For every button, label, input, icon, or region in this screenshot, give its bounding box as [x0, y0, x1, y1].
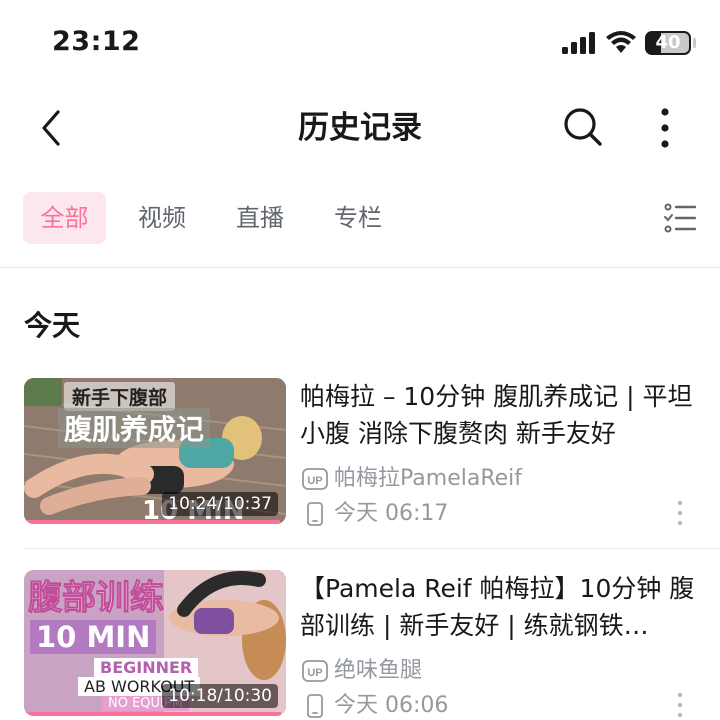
thumbnail-text-top: 新手下腹部 [64, 382, 176, 411]
thumbnail-text-beginner: BEGINNER [94, 658, 199, 677]
wifi-icon [606, 31, 636, 53]
video-thumbnail[interactable]: 新手下腹部 腹肌养成记 10 MIN 10:24/10:37 [24, 378, 286, 524]
watched-time-row: 今天 06:17 [302, 499, 448, 529]
search-icon[interactable] [560, 104, 606, 150]
video-duration: 10:18/10:30 [162, 684, 278, 708]
tab-live[interactable]: 直播 [224, 192, 296, 244]
battery-icon: 40 [645, 31, 691, 55]
watch-progress-bar [24, 520, 280, 524]
nav-bar: 历史记录 [0, 90, 720, 166]
battery-level: 40 [655, 32, 681, 53]
thumbnail-text-main: 腹肌养成记 [58, 408, 211, 448]
thumbnail-text-minutes: 10 MIN [30, 620, 157, 654]
up-badge-icon: UP [302, 468, 328, 490]
watch-progress-bar [24, 712, 282, 716]
tab-video[interactable]: 视频 [126, 192, 198, 244]
status-bar: 23:12 40 [0, 0, 720, 90]
video-title[interactable]: 【Pamela Reif 帕梅拉】10分钟 腹部训练 | 新手友好 | 练就钢铁… [300, 570, 695, 644]
list-filter-icon[interactable] [662, 200, 698, 236]
item-more-icon[interactable] [672, 690, 688, 720]
tab-column[interactable]: 专栏 [322, 192, 394, 244]
battery-nub [693, 38, 696, 48]
history-item[interactable]: 新手下腹部 腹肌养成记 10 MIN 10:24/10:37 帕梅拉 – 10分… [0, 378, 720, 528]
item-divider [24, 548, 720, 549]
section-label-today: 今天 [24, 309, 81, 342]
signal-icon [562, 32, 595, 54]
header-divider [0, 267, 720, 268]
phone-icon [307, 694, 323, 718]
video-thumbnail[interactable]: 腹部训练 10 MIN BEGINNER AB WORKOUT NO EQUIP… [24, 570, 286, 716]
thumbnail-text-main: 腹部训练 [28, 578, 165, 619]
up-badge-icon: UP [302, 660, 328, 682]
uploader-name: 绝味鱼腿 [334, 658, 423, 683]
uploader-row[interactable]: UP 绝味鱼腿 [302, 656, 422, 686]
more-vertical-icon[interactable] [650, 106, 680, 150]
phone-icon [307, 502, 323, 526]
video-duration: 10:24/10:37 [162, 492, 278, 516]
page-title: 历史记录 [298, 110, 422, 146]
watched-time: 今天 06:17 [334, 501, 449, 526]
svg-text:UP: UP [307, 667, 322, 679]
tab-bar: 全部 视频 直播 专栏 [0, 190, 720, 246]
uploader-name: 帕梅拉PamelaReif [334, 466, 523, 491]
svg-text:UP: UP [307, 475, 322, 487]
item-more-icon[interactable] [672, 498, 688, 528]
video-title[interactable]: 帕梅拉 – 10分钟 腹肌养成记 | 平坦小腹 消除下腹赘肉 新手友好 [300, 378, 695, 452]
status-time: 23:12 [52, 26, 141, 57]
watched-time-row: 今天 06:06 [302, 691, 448, 720]
tab-all[interactable]: 全部 [23, 192, 106, 244]
history-item[interactable]: 腹部训练 10 MIN BEGINNER AB WORKOUT NO EQUIP… [0, 570, 720, 720]
uploader-row[interactable]: UP 帕梅拉PamelaReif [302, 464, 522, 494]
watched-time: 今天 06:06 [334, 693, 449, 718]
